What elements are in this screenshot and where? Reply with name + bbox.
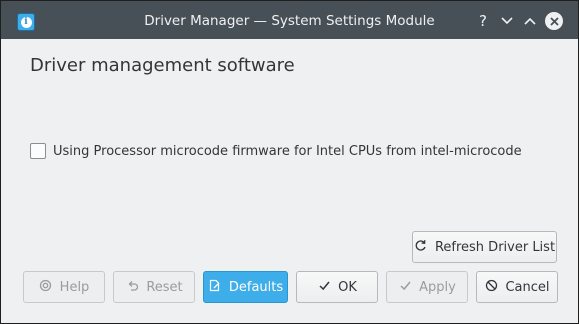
check-icon (317, 279, 331, 295)
cancel-icon (484, 279, 498, 295)
apply-button[interactable]: Apply (386, 271, 468, 303)
ok-button[interactable]: OK (296, 271, 378, 303)
lifebuoy-icon (39, 279, 53, 295)
driver-option-row[interactable]: Using Processor microcode firmware for I… (30, 142, 522, 160)
driver-manager-window: i Driver Manager — System Settings Modul… (0, 0, 579, 324)
maximize-icon[interactable] (521, 12, 539, 30)
cancel-button[interactable]: Cancel (476, 271, 558, 303)
titlebar[interactable]: i Driver Manager — System Settings Modul… (1, 1, 578, 39)
reset-button[interactable]: Reset (113, 271, 195, 303)
check-icon (398, 279, 412, 295)
help-icon[interactable]: ? (474, 12, 492, 30)
document-edit-icon (208, 279, 222, 295)
cancel-label: Cancel (505, 279, 550, 295)
refresh-icon (414, 239, 428, 255)
ok-label: OK (338, 279, 357, 295)
minimize-icon[interactable] (498, 12, 516, 30)
help-button[interactable]: Help (23, 271, 105, 303)
undo-icon (125, 279, 139, 295)
refresh-label: Refresh Driver List (434, 239, 556, 255)
page-title: Driver management software (30, 55, 295, 76)
apply-label: Apply (419, 279, 456, 295)
help-label: Help (59, 279, 90, 295)
close-icon[interactable] (545, 12, 563, 30)
reset-label: Reset (146, 279, 183, 295)
driver-option-checkbox[interactable] (30, 143, 46, 159)
defaults-button[interactable]: Defaults (203, 271, 288, 303)
refresh-driver-list-button[interactable]: Refresh Driver List (412, 231, 557, 263)
driver-option-label[interactable]: Using Processor microcode firmware for I… (53, 144, 522, 159)
defaults-label: Defaults (228, 279, 284, 295)
